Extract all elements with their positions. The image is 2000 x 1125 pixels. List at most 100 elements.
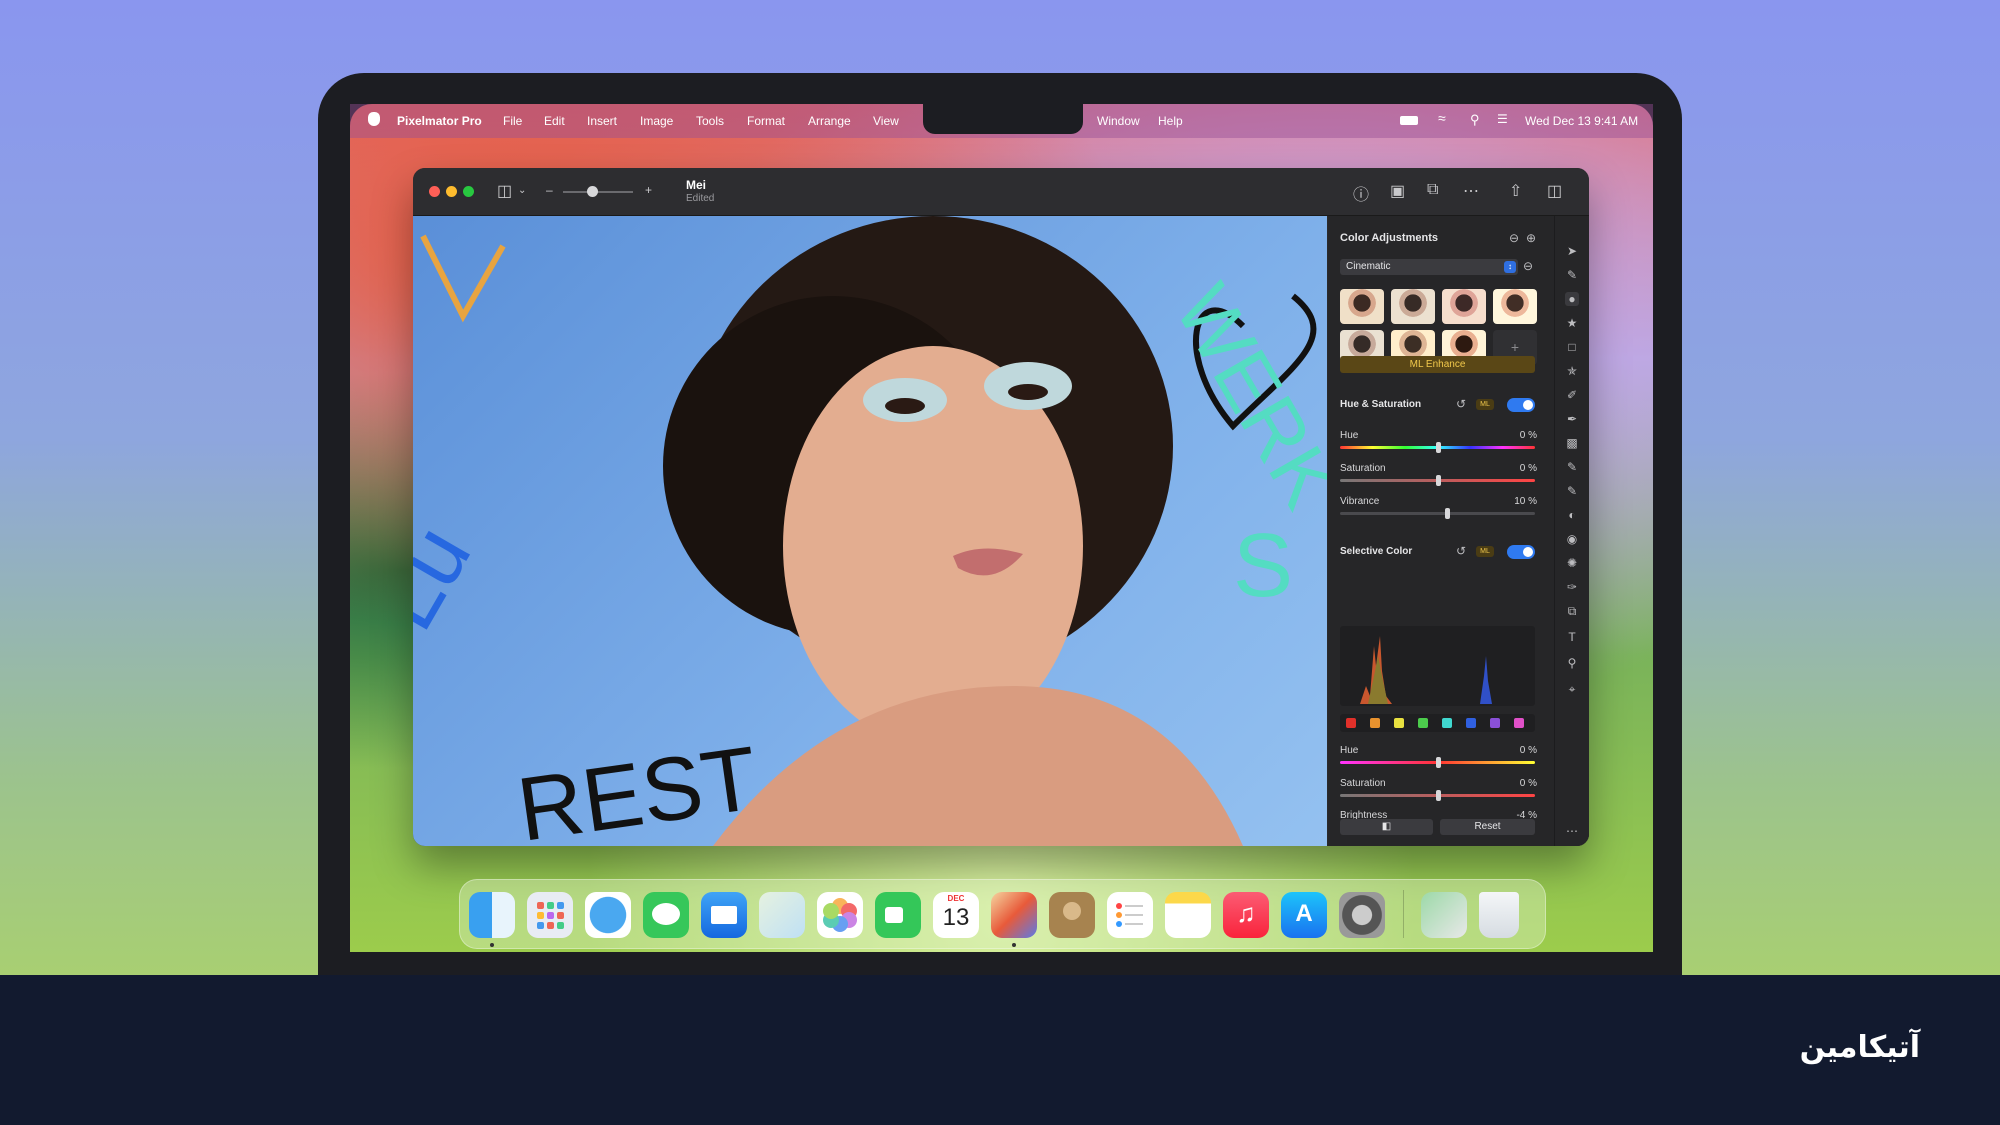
distort-tool-icon[interactable]: ◐: [1565, 508, 1579, 522]
calendar-icon[interactable]: DEC 13: [933, 892, 979, 938]
color-swatch[interactable]: [1466, 718, 1476, 728]
color-swatch[interactable]: [1346, 718, 1356, 728]
trash-icon[interactable]: [1479, 892, 1519, 938]
notes-icon[interactable]: [1165, 892, 1211, 938]
info-icon[interactable]: ⓘ: [1353, 181, 1369, 205]
erase-tool-icon[interactable]: ✎: [1565, 460, 1579, 474]
inspector-toggle-icon[interactable]: ◫: [1547, 181, 1562, 201]
slider-knob[interactable]: [1445, 508, 1451, 519]
contacts-icon[interactable]: [1049, 892, 1095, 938]
color-swatch[interactable]: [1514, 718, 1524, 728]
saturation-slider[interactable]: [1340, 475, 1535, 486]
shapes-tool-icon[interactable]: ⧉: [1565, 604, 1579, 618]
more-tools-icon[interactable]: ⋯: [1565, 824, 1579, 838]
menu-view[interactable]: View: [873, 114, 899, 128]
quick-select-tool-icon[interactable]: ✐: [1565, 388, 1579, 402]
preset-options-icon[interactable]: ⊖: [1523, 259, 1533, 273]
color-swatch[interactable]: [1370, 718, 1380, 728]
chevron-down-icon[interactable]: ⌄: [518, 185, 526, 196]
safari-icon[interactable]: [585, 892, 631, 938]
close-button[interactable]: [429, 186, 440, 197]
menu-edit[interactable]: Edit: [544, 114, 565, 128]
paint-tool-icon[interactable]: ✒: [1565, 412, 1579, 426]
pixelmator-pro-icon[interactable]: [991, 892, 1037, 938]
menu-tools[interactable]: Tools: [696, 114, 724, 128]
menu-arrange[interactable]: Arrange: [808, 114, 851, 128]
zoom-slider-knob[interactable]: [587, 186, 598, 197]
ml-badge[interactable]: ML: [1476, 399, 1494, 410]
preview-icon[interactable]: [1421, 892, 1467, 938]
spotlight-icon[interactable]: ⚲: [1470, 112, 1480, 128]
arrange-icon[interactable]: ⧉: [1427, 181, 1438, 199]
preset-thumbnail[interactable]: [1391, 289, 1435, 324]
zoom-button[interactable]: [463, 186, 474, 197]
lasso-tool-icon[interactable]: ✯: [1565, 364, 1579, 378]
ml-super-resolution-icon[interactable]: ▣: [1390, 181, 1405, 201]
zoom-slider[interactable]: [563, 186, 633, 197]
ml-badge[interactable]: ML: [1476, 546, 1494, 557]
maps-icon[interactable]: [759, 892, 805, 938]
menu-window[interactable]: Window: [1097, 114, 1140, 128]
sharpen-tool-icon[interactable]: ✺: [1565, 556, 1579, 570]
zoom-out-button[interactable]: –: [546, 183, 553, 197]
battery-icon[interactable]: [1400, 116, 1418, 125]
control-center-icon[interactable]: ☰: [1497, 112, 1508, 126]
menu-app-name[interactable]: Pixelmator Pro: [397, 114, 482, 128]
app-store-icon[interactable]: A: [1281, 892, 1327, 938]
ml-enhance-button[interactable]: ML Enhance: [1340, 356, 1535, 373]
zoom-in-button[interactable]: +: [645, 183, 652, 197]
collapse-icon[interactable]: ⊖: [1509, 231, 1519, 245]
arrange-tool-icon[interactable]: ➤: [1565, 244, 1579, 258]
slider-knob[interactable]: [1435, 757, 1441, 768]
crop-tool-icon[interactable]: ⌖: [1565, 682, 1579, 696]
color-swatch[interactable]: [1394, 718, 1404, 728]
type-tool-icon[interactable]: T: [1565, 630, 1579, 644]
reset-icon[interactable]: ↺: [1456, 544, 1466, 558]
fill-tool-icon[interactable]: ▩: [1565, 436, 1579, 450]
sc-hue-slider[interactable]: [1340, 757, 1535, 768]
menu-format[interactable]: Format: [747, 114, 785, 128]
preset-thumbnail[interactable]: [1340, 289, 1384, 324]
color-swatch[interactable]: [1490, 718, 1500, 728]
sc-saturation-slider[interactable]: [1340, 790, 1535, 801]
select-tool-icon[interactable]: □: [1565, 340, 1579, 354]
music-icon[interactable]: ♫: [1223, 892, 1269, 938]
preset-select[interactable]: Cinematic ↕: [1340, 259, 1518, 275]
apple-icon[interactable]: [368, 112, 380, 126]
zoom-tool-icon[interactable]: ⚲: [1565, 656, 1579, 670]
compare-button[interactable]: ◧: [1340, 819, 1433, 835]
menu-help[interactable]: Help: [1158, 114, 1183, 128]
mail-icon[interactable]: [701, 892, 747, 938]
slider-knob[interactable]: [1435, 442, 1441, 453]
share-icon[interactable]: ⇧: [1509, 181, 1522, 201]
vibrance-slider[interactable]: [1340, 508, 1535, 519]
menu-clock[interactable]: Wed Dec 13 9:41 AM: [1525, 114, 1638, 128]
style-tool-icon[interactable]: ✎: [1565, 268, 1579, 282]
finder-icon[interactable]: [469, 892, 515, 938]
image-canvas[interactable]: REST WERK Lu S: [413, 216, 1327, 846]
blur-tool-icon[interactable]: ◉: [1565, 532, 1579, 546]
selective-color-toggle[interactable]: [1507, 545, 1535, 559]
color-swatch[interactable]: [1418, 718, 1428, 728]
reset-icon[interactable]: ↺: [1456, 397, 1466, 411]
reminders-icon[interactable]: [1107, 892, 1153, 938]
system-settings-icon[interactable]: [1339, 892, 1385, 938]
hue-saturation-toggle[interactable]: [1507, 398, 1535, 412]
retouch-tool-icon[interactable]: ✎: [1565, 484, 1579, 498]
preset-thumbnail[interactable]: [1493, 289, 1537, 324]
minimize-button[interactable]: [446, 186, 457, 197]
menu-image[interactable]: Image: [640, 114, 673, 128]
effects-tool-icon[interactable]: ★: [1565, 316, 1579, 330]
sidebar-toggle-icon[interactable]: ◫: [497, 181, 512, 201]
menu-file[interactable]: File: [503, 114, 522, 128]
reset-button[interactable]: Reset: [1440, 819, 1535, 835]
launchpad-icon[interactable]: [527, 892, 573, 938]
add-adjustment-icon[interactable]: ⊕: [1526, 231, 1536, 245]
hue-slider[interactable]: [1340, 442, 1535, 453]
slider-knob[interactable]: [1435, 790, 1441, 801]
slider-knob[interactable]: [1435, 475, 1441, 486]
more-options-icon[interactable]: ⋯: [1463, 181, 1479, 201]
wifi-icon[interactable]: ≈: [1438, 110, 1446, 126]
facetime-icon[interactable]: [875, 892, 921, 938]
color-swatch[interactable]: [1442, 718, 1452, 728]
